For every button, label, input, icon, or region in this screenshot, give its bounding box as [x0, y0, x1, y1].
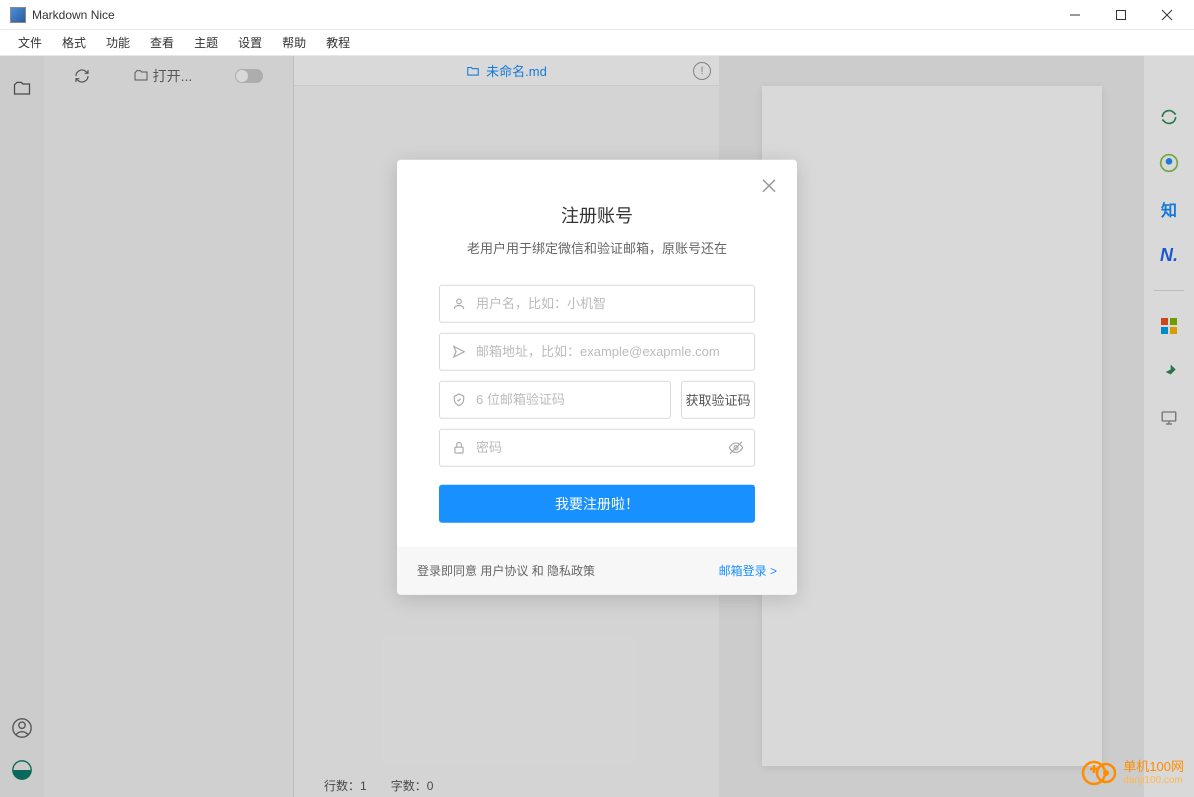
- register-submit-button[interactable]: 我要注册啦！: [439, 484, 755, 522]
- privacy-link[interactable]: 隐私政策: [547, 564, 595, 578]
- email-login-link[interactable]: 邮箱登录 >: [719, 562, 777, 579]
- watermark-text: 单机100网: [1123, 760, 1184, 774]
- terms-link[interactable]: 用户协议: [480, 564, 528, 578]
- menu-help[interactable]: 帮助: [272, 30, 316, 55]
- password-field-icon: [450, 440, 468, 454]
- minimize-button[interactable]: [1052, 0, 1098, 30]
- code-field-icon: [450, 392, 468, 406]
- titlebar: Markdown Nice: [0, 0, 1194, 30]
- menu-settings[interactable]: 设置: [228, 30, 272, 55]
- modal-title: 注册账号: [421, 201, 773, 227]
- menu-function[interactable]: 功能: [96, 30, 140, 55]
- get-code-button[interactable]: 获取验证码: [681, 380, 755, 418]
- user-field-icon: [450, 296, 468, 310]
- email-input[interactable]: [468, 344, 744, 359]
- modal-close-button[interactable]: [759, 175, 779, 195]
- register-modal: 注册账号 老用户用于绑定微信和验证邮箱，原账号还在 获取验证码: [397, 159, 797, 594]
- app-icon: [10, 7, 26, 23]
- password-input[interactable]: [468, 440, 728, 455]
- menu-format[interactable]: 格式: [52, 30, 96, 55]
- agree-text: 登录即同意 用户协议 和 隐私政策: [417, 562, 595, 579]
- toggle-password-icon[interactable]: [728, 439, 744, 455]
- menu-theme[interactable]: 主题: [184, 30, 228, 55]
- watermark-icon: [1081, 755, 1117, 791]
- email-field-icon: [450, 344, 468, 358]
- app-title: Markdown Nice: [32, 8, 1052, 22]
- maximize-button[interactable]: [1098, 0, 1144, 30]
- close-button[interactable]: [1144, 0, 1190, 30]
- code-input[interactable]: [468, 392, 660, 407]
- menu-file[interactable]: 文件: [8, 30, 52, 55]
- username-input[interactable]: [468, 296, 744, 311]
- modal-subtitle: 老用户用于绑定微信和验证邮箱，原账号还在: [421, 237, 773, 256]
- menu-view[interactable]: 查看: [140, 30, 184, 55]
- menu-tutorial[interactable]: 教程: [316, 30, 360, 55]
- watermark: 单机100网 danji100.com: [1081, 755, 1184, 791]
- menubar: 文件 格式 功能 查看 主题 设置 帮助 教程: [0, 30, 1194, 56]
- watermark-url: danji100.com: [1123, 775, 1184, 786]
